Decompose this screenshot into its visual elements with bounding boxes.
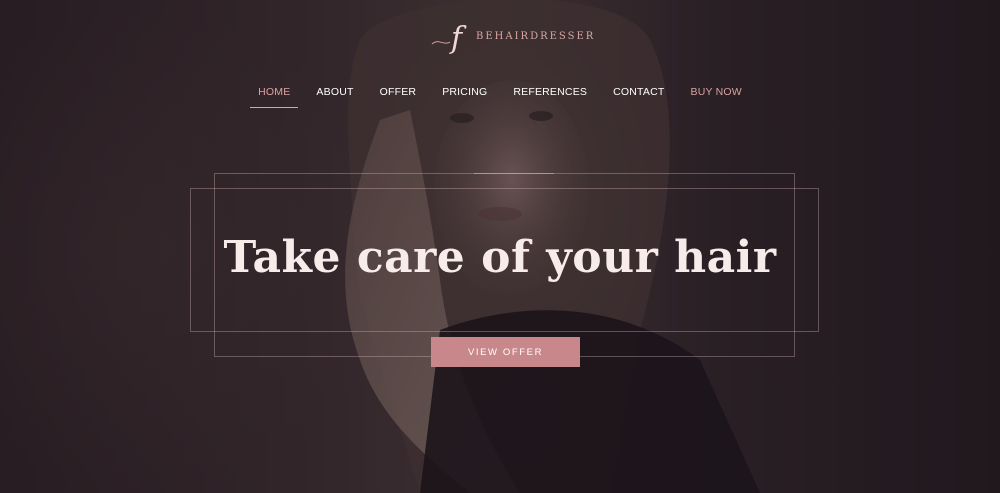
nav-item-references[interactable]: REFERENCES <box>513 84 587 108</box>
nav-item-about[interactable]: ABOUT <box>316 84 353 108</box>
nav-item-pricing[interactable]: PRICING <box>442 84 487 108</box>
nav-item-offer[interactable]: OFFER <box>380 84 417 108</box>
main-navigation: HOME ABOUT OFFER PRICING REFERENCES CONT… <box>0 84 1000 108</box>
logo[interactable]: f BEHAIRDRESSER <box>430 18 595 54</box>
logo-letter: f <box>449 21 467 54</box>
logo-mark-icon: f <box>431 21 467 54</box>
hero-section: f BEHAIRDRESSER HOME ABOUT OFFER PRICING… <box>0 0 1000 493</box>
decorative-frame-accent <box>474 173 554 174</box>
nav-item-buy-now[interactable]: BUY NOW <box>690 84 741 108</box>
view-offer-button[interactable]: VIEW OFFER <box>431 337 580 367</box>
nav-item-contact[interactable]: CONTACT <box>613 84 664 108</box>
logo-wordmark: BEHAIRDRESSER <box>476 30 596 42</box>
nav-item-home[interactable]: HOME <box>250 84 299 108</box>
hero-headline: Take care of your hair <box>223 232 777 283</box>
